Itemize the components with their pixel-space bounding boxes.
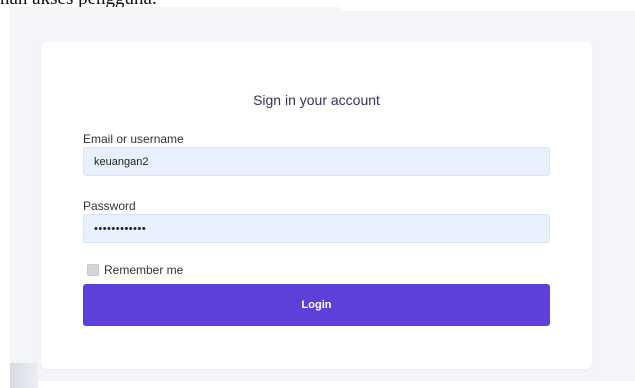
remember-me[interactable]: Remember me [87, 263, 183, 277]
password-input[interactable] [83, 214, 550, 243]
corner-shadow [10, 363, 38, 388]
remember-me-checkbox[interactable] [87, 264, 99, 276]
email-input[interactable] [83, 147, 550, 176]
remember-me-label: Remember me [104, 263, 184, 277]
password-label: Password [83, 199, 136, 213]
login-card: Sign in your account Email or username P… [41, 42, 592, 369]
login-button[interactable]: Login [83, 284, 550, 326]
login-title: Sign in your account [253, 92, 380, 108]
top-strip [340, 7, 635, 11]
email-label: Email or username [83, 132, 184, 146]
login-page: Sign in your account Email or username P… [10, 7, 635, 388]
